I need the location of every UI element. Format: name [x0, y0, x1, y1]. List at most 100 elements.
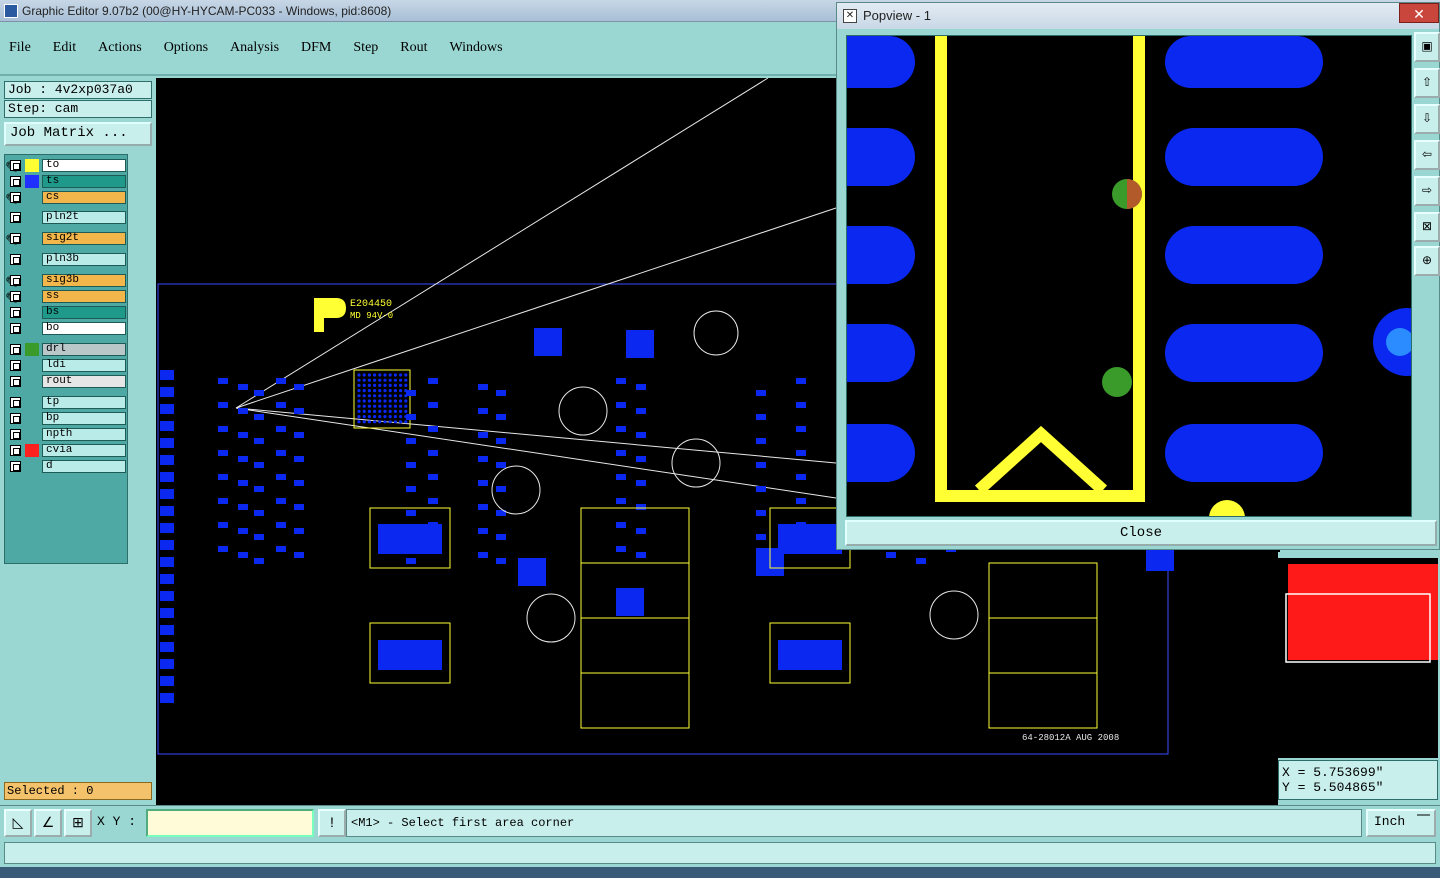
zoom-home-icon[interactable]: ⊕ — [1414, 246, 1440, 276]
menu-windows[interactable]: Windows — [447, 38, 506, 58]
layer-checkbox[interactable] — [10, 397, 21, 408]
zoom-fit-icon[interactable]: ⊠ — [1414, 212, 1440, 242]
layer-row-bs[interactable]: bs — [5, 305, 127, 320]
popview-close-button[interactable]: Close — [845, 520, 1437, 546]
layer-checkbox[interactable] — [10, 160, 21, 171]
layer-name[interactable]: bp — [42, 412, 126, 425]
smd-pad — [496, 534, 506, 540]
layer-name[interactable]: cs — [42, 191, 126, 204]
overview-map[interactable] — [1278, 558, 1438, 758]
layer-color-swatch[interactable] — [25, 444, 39, 457]
step-name: Step: cam — [4, 100, 152, 118]
layer-checkbox[interactable] — [10, 376, 21, 387]
layer-row-ss[interactable]: ss✎ — [5, 289, 127, 308]
pan-down-icon[interactable]: ⇩ — [1414, 104, 1440, 134]
layer-checkbox[interactable] — [10, 323, 21, 334]
layer-row-bo[interactable]: bo — [5, 321, 127, 336]
grid-icon[interactable]: ⊞ — [64, 809, 92, 837]
smd-pad — [616, 450, 626, 456]
layer-checkbox[interactable] — [10, 291, 21, 302]
bga-ball — [399, 373, 403, 377]
pan-left-icon[interactable]: ⇦ — [1414, 140, 1440, 170]
layer-name[interactable]: cvia — [42, 444, 126, 457]
smd-pad — [428, 474, 438, 480]
bga-ball — [383, 394, 387, 398]
bga-ball — [399, 420, 403, 424]
layer-name[interactable]: rout — [42, 375, 126, 388]
layer-checkbox[interactable] — [10, 344, 21, 355]
pan-right-icon[interactable]: ⇨ — [1414, 176, 1440, 206]
layer-row-tp[interactable]: tp — [5, 395, 127, 410]
layer-checkbox[interactable] — [10, 254, 21, 265]
layer-checkbox[interactable] — [10, 233, 21, 244]
layer-name[interactable]: bo — [42, 322, 126, 335]
component-pad — [378, 640, 442, 670]
layer-color-swatch[interactable] — [25, 159, 39, 172]
layer-row-pln3b[interactable]: pln3b — [5, 252, 127, 267]
menu-rout[interactable]: Rout — [397, 38, 430, 58]
snap-icon[interactable]: ◺ — [4, 809, 32, 837]
layer-color-swatch[interactable] — [25, 343, 39, 356]
layer-name[interactable]: drl — [42, 343, 126, 356]
menu-file[interactable]: File — [6, 38, 34, 58]
layer-row-d[interactable]: d — [5, 459, 127, 474]
smd-pad — [254, 438, 264, 444]
layer-row-bp[interactable]: bp — [5, 411, 127, 426]
zoom-window-icon[interactable]: ▣ — [1414, 32, 1440, 62]
layer-checkbox[interactable] — [10, 307, 21, 318]
layer-row-pln2t[interactable]: pln2t — [5, 210, 127, 225]
layer-row-to[interactable]: to✎ — [5, 158, 127, 177]
layer-checkbox[interactable] — [10, 445, 21, 456]
layer-name[interactable]: pln2t — [42, 211, 126, 224]
layer-name[interactable]: pln3b — [42, 253, 126, 266]
layer-row-ldi[interactable]: ldi — [5, 358, 127, 373]
layer-name[interactable]: to — [42, 159, 126, 172]
smd-pad — [496, 462, 506, 468]
layer-checkbox[interactable] — [10, 429, 21, 440]
layer-name[interactable]: npth — [42, 428, 126, 441]
smd-pad — [496, 414, 506, 420]
left-connector — [160, 370, 174, 703]
xy-label: X Y : — [97, 814, 137, 829]
units-dropdown[interactable]: Inch ⎺ — [1366, 809, 1436, 837]
menu-step[interactable]: Step — [350, 38, 381, 58]
layer-row-npth[interactable]: npth — [5, 427, 127, 442]
job-matrix-button[interactable]: Job Matrix ... — [4, 122, 152, 146]
layer-row-sig2t[interactable]: sig2t✎ — [5, 231, 127, 250]
xy-input[interactable] — [146, 809, 314, 837]
layer-name[interactable]: sig2t — [42, 232, 126, 245]
layer-color-swatch[interactable] — [25, 175, 39, 188]
layer-name[interactable]: ts — [42, 175, 126, 188]
layer-row-drl[interactable]: drl — [5, 342, 127, 357]
angle-icon[interactable]: ∠ — [34, 809, 62, 837]
layer-name[interactable]: tp — [42, 396, 126, 409]
bga-ball — [393, 394, 397, 398]
layer-name[interactable]: d — [42, 460, 126, 473]
layer-checkbox[interactable] — [10, 192, 21, 203]
menu-edit[interactable]: Edit — [50, 38, 79, 58]
layer-name[interactable]: ss — [42, 290, 126, 303]
layer-name[interactable]: bs — [42, 306, 126, 319]
layer-row-rout[interactable]: rout — [5, 374, 127, 389]
layer-row-cvia[interactable]: cvia — [5, 443, 127, 458]
layer-checkbox[interactable] — [10, 212, 21, 223]
layer-row-cs[interactable]: cs✎ — [5, 190, 127, 209]
smd-pad — [616, 426, 626, 432]
popview-close-icon[interactable]: ✕ — [1399, 3, 1439, 23]
menu-dfm[interactable]: DFM — [298, 38, 334, 58]
alert-icon[interactable]: ! — [318, 809, 346, 837]
layer-name[interactable]: sig3b — [42, 274, 126, 287]
layer-row-sig3b[interactable]: sig3b✎ — [5, 273, 127, 292]
popview-canvas[interactable] — [846, 35, 1412, 517]
menu-options[interactable]: Options — [161, 38, 211, 58]
pan-up-icon[interactable]: ⇧ — [1414, 68, 1440, 98]
layer-checkbox[interactable] — [10, 461, 21, 472]
layer-checkbox[interactable] — [10, 275, 21, 286]
layer-row-ts[interactable]: ts — [5, 174, 127, 189]
layer-checkbox[interactable] — [10, 176, 21, 187]
layer-name[interactable]: ldi — [42, 359, 126, 372]
layer-checkbox[interactable] — [10, 360, 21, 371]
layer-checkbox[interactable] — [10, 413, 21, 424]
menu-analysis[interactable]: Analysis — [227, 38, 282, 58]
menu-actions[interactable]: Actions — [95, 38, 145, 58]
